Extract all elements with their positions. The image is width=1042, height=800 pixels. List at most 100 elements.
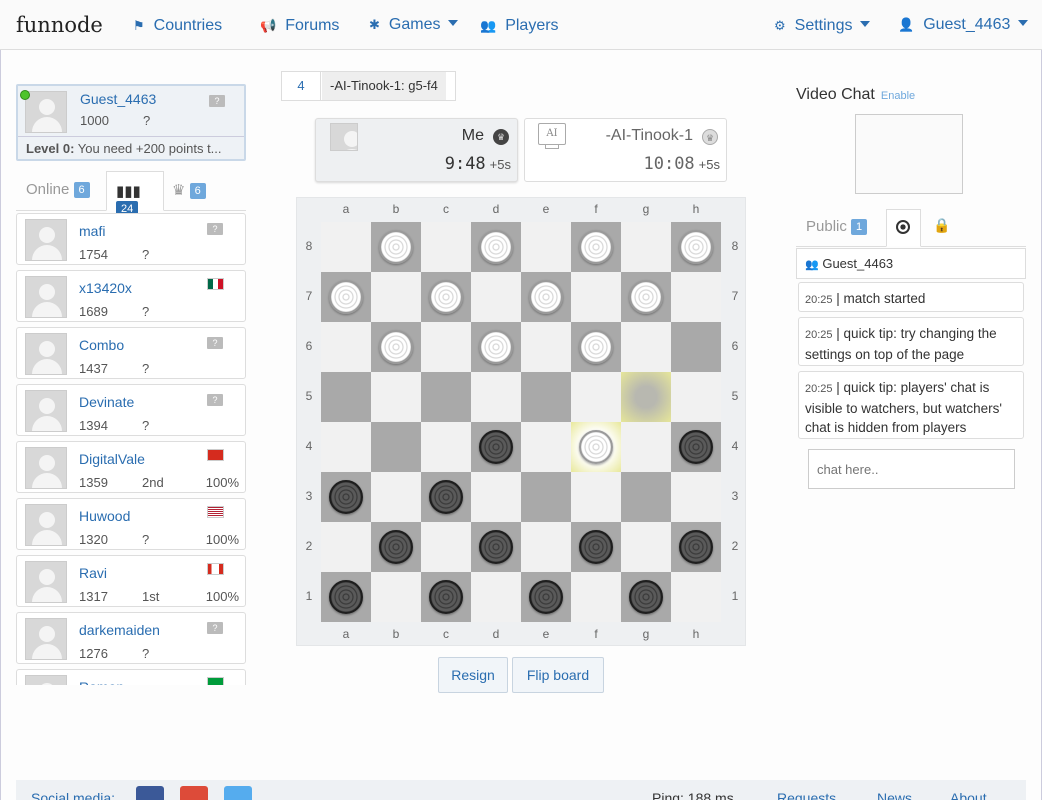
player-list-item[interactable]: darkemaiden 1276??: [16, 612, 246, 664]
board-square-e8[interactable]: [521, 222, 571, 272]
board-square-c8[interactable]: [421, 222, 471, 272]
player-list-item[interactable]: Devinate 1394??: [16, 384, 246, 436]
my-player-card[interactable]: Guest_4463 ? 1000 ? Level 0: You need +2…: [16, 84, 246, 161]
board-square-h3[interactable]: [671, 472, 721, 522]
white-checker-piece[interactable]: [379, 330, 413, 364]
board-square-e3[interactable]: [521, 472, 571, 522]
board-square-c4[interactable]: [421, 422, 471, 472]
board-square-f4[interactable]: [571, 422, 621, 472]
twitter-icon[interactable]: [224, 786, 252, 800]
player-list-item[interactable]: x13420x 1689?: [16, 270, 246, 322]
board-square-b3[interactable]: [371, 472, 421, 522]
player-list-item[interactable]: Ramon: [16, 669, 246, 685]
board-square-h5[interactable]: [671, 372, 721, 422]
board-square-c5[interactable]: [421, 372, 471, 422]
black-checker-piece[interactable]: [429, 480, 463, 514]
player-name[interactable]: Devinate: [79, 394, 134, 410]
board-square-d6[interactable]: [471, 322, 521, 372]
board-square-a4[interactable]: [321, 422, 371, 472]
board-square-b8[interactable]: [371, 222, 421, 272]
black-checker-piece[interactable]: [429, 580, 463, 614]
player-name[interactable]: Combo: [79, 337, 124, 353]
resign-button[interactable]: Resign: [438, 657, 508, 693]
nav-settings[interactable]: ⚙ Settings: [774, 17, 871, 35]
move-number[interactable]: 4: [282, 72, 321, 100]
tab-online[interactable]: Online 6: [26, 171, 90, 211]
board-square-h6[interactable]: [671, 322, 721, 372]
player-name[interactable]: x13420x: [79, 280, 132, 296]
board-square-h4[interactable]: [671, 422, 721, 472]
nav-players[interactable]: 👥 Players: [480, 17, 559, 35]
board-square-b2[interactable]: [371, 522, 421, 572]
google-plus-icon[interactable]: [180, 786, 208, 800]
checkers-board[interactable]: [321, 222, 721, 622]
board-square-g7[interactable]: [621, 272, 671, 322]
board-square-c7[interactable]: [421, 272, 471, 322]
board-square-a8[interactable]: [321, 222, 371, 272]
board-square-f6[interactable]: [571, 322, 621, 372]
board-square-d4[interactable]: [471, 422, 521, 472]
white-checker-piece[interactable]: [479, 330, 513, 364]
my-name[interactable]: Guest_4463: [80, 91, 156, 107]
black-checker-piece[interactable]: [679, 530, 713, 564]
tab-top[interactable]: ♛ 6: [172, 171, 206, 211]
brand-logo[interactable]: funnode: [16, 13, 103, 37]
board-square-d7[interactable]: [471, 272, 521, 322]
player-name[interactable]: mafi: [79, 223, 105, 239]
nav-games[interactable]: ✱ Games: [369, 16, 459, 34]
white-checker-piece[interactable]: [529, 280, 563, 314]
black-checker-piece[interactable]: [379, 530, 413, 564]
board-square-c1[interactable]: [421, 572, 471, 622]
facebook-icon[interactable]: [136, 786, 164, 800]
tab-players-chat[interactable]: [886, 209, 921, 247]
board-square-d5[interactable]: [471, 372, 521, 422]
player-list-item[interactable]: DigitalVale 1359 2nd 100%: [16, 441, 246, 493]
board-square-h8[interactable]: [671, 222, 721, 272]
footer-about-link[interactable]: About: [950, 790, 987, 800]
nav-user-menu[interactable]: 👤 Guest_4463: [898, 16, 1029, 34]
board-square-e5[interactable]: [521, 372, 571, 422]
black-checker-piece[interactable]: [629, 580, 663, 614]
player-name[interactable]: Ramon: [79, 679, 124, 685]
board-square-f5[interactable]: [571, 372, 621, 422]
board-square-a6[interactable]: [321, 322, 371, 372]
board-square-c6[interactable]: [421, 322, 471, 372]
board-square-f1[interactable]: [571, 572, 621, 622]
board-square-a5[interactable]: [321, 372, 371, 422]
black-checker-piece[interactable]: [579, 530, 613, 564]
board-square-e1[interactable]: [521, 572, 571, 622]
white-checker-piece[interactable]: [579, 330, 613, 364]
player-name[interactable]: Ravi: [79, 565, 107, 581]
board-square-g4[interactable]: [621, 422, 671, 472]
footer-news-link[interactable]: News: [877, 790, 912, 800]
board-square-d3[interactable]: [471, 472, 521, 522]
board-square-b5[interactable]: [371, 372, 421, 422]
chat-user-name[interactable]: Guest_4463: [822, 256, 893, 271]
board-square-g5[interactable]: [621, 372, 671, 422]
board-square-b4[interactable]: [371, 422, 421, 472]
move-text[interactable]: -AI-Tinook-1: g5-f4: [322, 72, 446, 100]
board-square-b7[interactable]: [371, 272, 421, 322]
board-square-h2[interactable]: [671, 522, 721, 572]
player-list-item[interactable]: Huwood 1320? 100%: [16, 498, 246, 550]
board-square-g1[interactable]: [621, 572, 671, 622]
board-square-h1[interactable]: [671, 572, 721, 622]
board-square-f8[interactable]: [571, 222, 621, 272]
board-square-a1[interactable]: [321, 572, 371, 622]
black-checker-piece[interactable]: [329, 580, 363, 614]
white-checker-piece[interactable]: [329, 280, 363, 314]
board-square-b1[interactable]: [371, 572, 421, 622]
player-name[interactable]: Huwood: [79, 508, 130, 524]
board-square-c2[interactable]: [421, 522, 471, 572]
board-square-g8[interactable]: [621, 222, 671, 272]
board-square-a7[interactable]: [321, 272, 371, 322]
black-checker-piece[interactable]: [329, 480, 363, 514]
white-checker-piece[interactable]: [679, 230, 713, 264]
board-square-h7[interactable]: [671, 272, 721, 322]
board-square-g6[interactable]: [621, 322, 671, 372]
board-square-a2[interactable]: [321, 522, 371, 572]
board-square-e2[interactable]: [521, 522, 571, 572]
board-square-d2[interactable]: [471, 522, 521, 572]
footer-requests-link[interactable]: Requests: [777, 790, 836, 800]
black-checker-piece[interactable]: [479, 430, 513, 464]
